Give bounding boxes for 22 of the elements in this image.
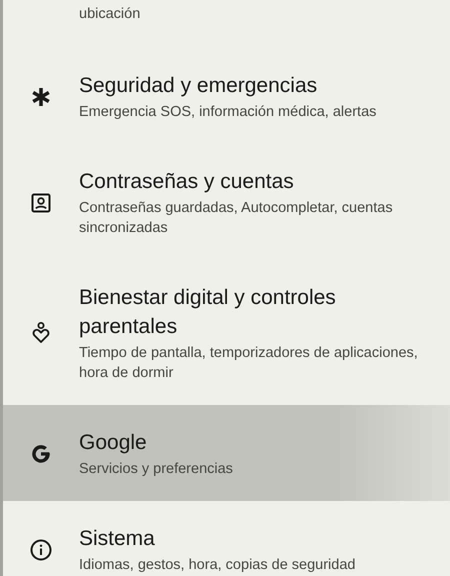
- settings-item[interactable]: Sistema Idiomas, gestos, hora, copias de seguridad: [3, 501, 450, 576]
- item-subtitle: Emergencia SOS, información médica, alertas: [79, 103, 376, 122]
- heart-person-icon: [31, 322, 51, 344]
- settings-item[interactable]: Bienestar digital y controles parentales Tiempo de pantalla, temporizadores de aplicaciones, hora de dormir: [3, 260, 450, 405]
- settings-item[interactable]: Contraseñas y cuentas Contraseñas guardadas, Autocompletar, cuentas sincronizadas: [3, 144, 450, 260]
- item-subtitle: Idiomas, gestos, hora, copias de seguridad: [79, 556, 356, 575]
- google-g-icon: [30, 442, 52, 464]
- info-icon: [30, 538, 52, 560]
- settings-item[interactable]: ubicación: [3, 0, 450, 48]
- asterisk-icon: [31, 86, 51, 106]
- item-title: Seguridad y emergencias: [79, 73, 318, 99]
- item-title: Contraseñas y cuentas: [79, 169, 295, 195]
- item-title: Bienestar digital y controles parentales: [79, 285, 337, 340]
- item-title: Sistema: [79, 526, 156, 552]
- item-subtitle: Tiempo de pantalla, temporizadores de aplicaciones, hora de dormir: [79, 344, 419, 383]
- account-box-icon: [31, 192, 51, 212]
- settings-item[interactable]: Google Servicios y preferencias: [3, 405, 450, 501]
- item-subtitle: Servicios y preferencias: [79, 460, 233, 479]
- settings-item[interactable]: Seguridad y emergencias Emergencia SOS, información médica, alertas: [3, 48, 450, 144]
- item-subtitle: Contraseñas guardadas, Autocompletar, cuentas sincronizadas: [79, 199, 394, 238]
- item-title: Google: [79, 430, 148, 456]
- item-subtitle: ubicación: [79, 5, 140, 24]
